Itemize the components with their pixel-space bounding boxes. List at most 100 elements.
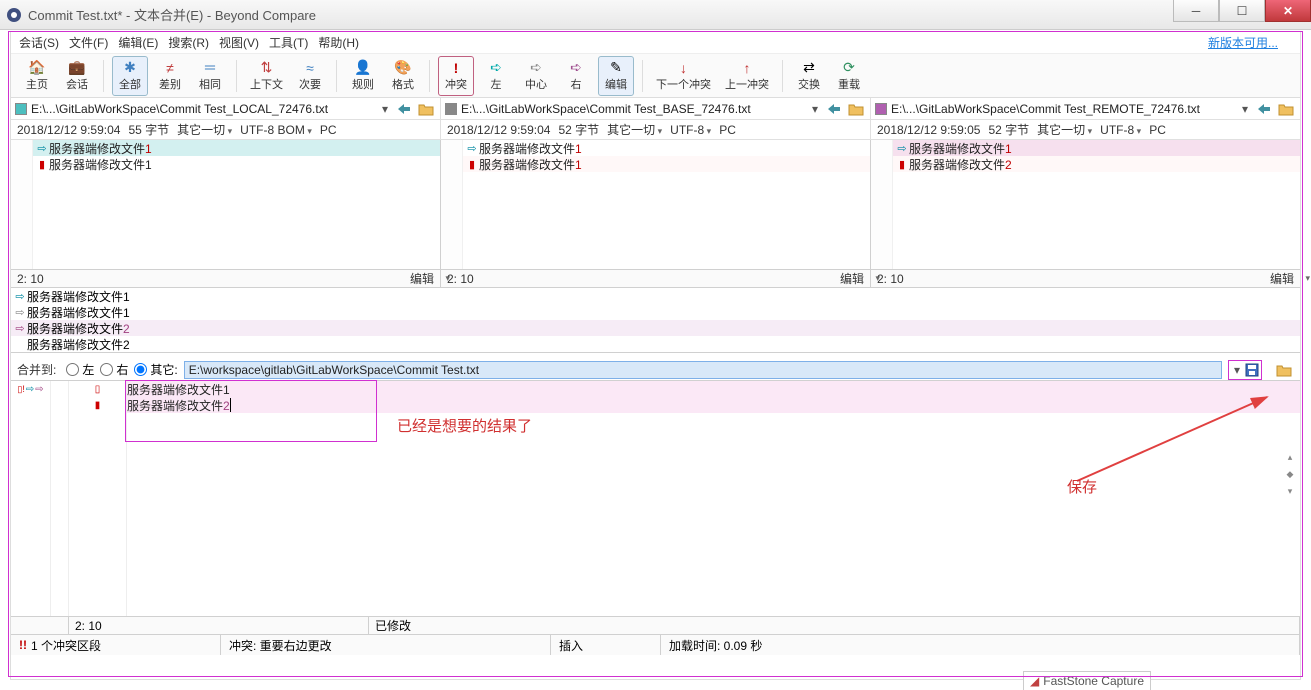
annotation-save-arrow — [1067, 391, 1287, 491]
path-left-history[interactable] — [394, 100, 414, 118]
path-left-browse[interactable] — [416, 100, 436, 118]
info-left-other[interactable]: 其它一切 — [177, 121, 232, 138]
window-title: Commit Test.txt* - 文本合并(E) - Beyond Comp… — [28, 5, 316, 24]
menu-edit[interactable]: 编辑(E) — [118, 34, 158, 51]
arrow-right-icon: ⇨ — [26, 384, 34, 395]
pane-right[interactable]: ⇨服务器端修改文件1 ▮服务器端修改文件2 — [871, 140, 1300, 269]
output-gutter-3: ▯ ▮ — [69, 381, 127, 616]
tb-swap[interactable]: ⇄交换 — [791, 56, 827, 96]
merge-save-box: ▾ — [1228, 360, 1262, 380]
menu-search[interactable]: 搜索(R) — [168, 34, 209, 51]
arrow-right-gray-icon: ⇨ — [13, 306, 27, 319]
output-pane[interactable]: ▯! ⇨ ⇨ ▯ ▮ 服务器端修改文件1 服务器端修改文件2 已经是想要的结果了… — [11, 381, 1300, 617]
tb-edit[interactable]: ✎编辑 — [598, 56, 634, 96]
tb-rules[interactable]: 👤规则 — [345, 56, 381, 96]
output-content[interactable]: 服务器端修改文件1 服务器端修改文件2 已经是想要的结果了 保存 — [127, 381, 1300, 616]
path-center-browse[interactable] — [846, 100, 866, 118]
pane-left[interactable]: ⇨服务器端修改文件1 ▮服务器端修改文件1 — [11, 140, 441, 269]
toolbar-sep — [642, 60, 643, 92]
maximize-button[interactable]: ☐ — [1219, 0, 1265, 22]
menu-help[interactable]: 帮助(H) — [318, 34, 359, 51]
tb-minor[interactable]: ≈次要 — [292, 56, 328, 96]
tb-next-conflict[interactable]: ↓下一个冲突 — [651, 56, 716, 96]
pane-right-content[interactable]: ⇨服务器端修改文件1 ▮服务器端修改文件2 — [893, 140, 1300, 269]
status-insert-mode: 插入 — [551, 635, 661, 655]
tb-diff[interactable]: ≠差别 — [152, 56, 188, 96]
tb-reload[interactable]: ⟳重载 — [831, 56, 867, 96]
status-conflict-count: !!1 个冲突区段 — [11, 635, 221, 655]
info-right-enc[interactable]: UTF-8 — [1100, 123, 1141, 137]
merge-browse-button[interactable] — [1274, 361, 1294, 379]
conflict-marker-icon: ▯ — [95, 384, 101, 395]
tb-format[interactable]: 🎨格式 — [385, 56, 421, 96]
pane-center-gutter — [441, 140, 463, 269]
tb-left[interactable]: ➪左 — [478, 56, 514, 96]
toolbar-sep — [236, 60, 237, 92]
pane-center[interactable]: ⇨服务器端修改文件1 ▮服务器端修改文件1 — [441, 140, 871, 269]
merge-to-left-radio[interactable]: 左 — [66, 361, 94, 378]
path-right-history[interactable] — [1254, 100, 1274, 118]
path-center: E:\...\GitLabWorkSpace\Commit Test_BASE_… — [441, 98, 871, 119]
capture-icon: ◢ — [1030, 674, 1039, 688]
window-controls: ─ ☐ ✕ — [1173, 0, 1311, 22]
reload-icon: ⟳ — [840, 60, 858, 76]
info-center-date: 2018/12/12 9:59:04 — [447, 123, 550, 137]
output-gutter-status — [11, 617, 69, 634]
conflict-marker-icon: ▮ — [895, 158, 909, 171]
tb-context[interactable]: ⇅上下文 — [245, 56, 288, 96]
tb-home[interactable]: 🏠主页 — [19, 56, 55, 96]
path-left-text[interactable]: E:\...\GitLabWorkSpace\Commit Test_LOCAL… — [31, 102, 378, 116]
pane-left-content[interactable]: ⇨服务器端修改文件1 ▮服务器端修改文件1 — [33, 140, 440, 269]
info-left-enc[interactable]: UTF-8 BOM — [240, 123, 312, 137]
toolbar-sep — [429, 60, 430, 92]
annotation-result-text: 已经是想要的结果了 — [397, 415, 532, 436]
path-right-text[interactable]: E:\...\GitLabWorkSpace\Commit Test_REMOT… — [891, 102, 1238, 116]
path-center-dropdown[interactable]: ▾ — [808, 102, 822, 116]
menu-file[interactable]: 文件(F) — [69, 34, 108, 51]
marker-up-icon[interactable]: ▴ — [1284, 452, 1296, 463]
close-button[interactable]: ✕ — [1265, 0, 1311, 22]
tb-right[interactable]: ➪右 — [558, 56, 594, 96]
tb-session[interactable]: 💼会话 — [59, 56, 95, 96]
swap-icon: ⇄ — [800, 60, 818, 76]
info-right-eol: PC — [1149, 123, 1166, 137]
path-left-dropdown[interactable]: ▾ — [378, 102, 392, 116]
merge-to-path-input[interactable] — [184, 361, 1222, 379]
tb-prev-conflict[interactable]: ↑上一冲突 — [720, 56, 774, 96]
new-version-link[interactable]: 新版本可用... — [1208, 34, 1278, 51]
path-center-text[interactable]: E:\...\GitLabWorkSpace\Commit Test_BASE_… — [461, 102, 808, 116]
merge-path-dropdown[interactable]: ▾ — [1230, 363, 1244, 377]
status-right: 2: 10编辑▾ — [871, 270, 1300, 287]
path-right-browse[interactable] — [1276, 100, 1296, 118]
pane-center-content[interactable]: ⇨服务器端修改文件1 ▮服务器端修改文件1 — [463, 140, 870, 269]
info-center-eol: PC — [719, 123, 736, 137]
minimize-button[interactable]: ─ — [1173, 0, 1219, 22]
arrow-right-purple-icon: ⇨ — [13, 322, 27, 335]
save-icon[interactable] — [1244, 362, 1260, 378]
arrow-down-icon: ↓ — [675, 60, 693, 76]
info-left-size: 55 字节 — [128, 121, 169, 138]
merge-to-other-radio[interactable]: 其它: — [134, 361, 177, 378]
menu-session[interactable]: 会话(S) — [19, 34, 59, 51]
info-center-other[interactable]: 其它一切 — [607, 121, 662, 138]
tb-center[interactable]: ➪中心 — [518, 56, 554, 96]
menu-view[interactable]: 视图(V) — [219, 34, 259, 51]
merge-to-right-radio[interactable]: 右 — [100, 361, 128, 378]
marker-down-icon[interactable]: ▾ — [1284, 486, 1296, 497]
info-right-other[interactable]: 其它一切 — [1037, 121, 1092, 138]
marker-diamond-icon[interactable]: ◆ — [1284, 469, 1296, 480]
title-bar: Commit Test.txt* - 文本合并(E) - Beyond Comp… — [0, 0, 1311, 30]
info-center-enc[interactable]: UTF-8 — [670, 123, 711, 137]
tb-same[interactable]: ＝相同 — [192, 56, 228, 96]
menu-tools[interactable]: 工具(T) — [269, 34, 308, 51]
merge-combined-view[interactable]: ⇨服务器端修改文件1 ⇨服务器端修改文件1 ⇨服务器端修改文件2 服务器端修改文… — [11, 288, 1300, 353]
format-icon: 🎨 — [394, 60, 412, 76]
asterisk-icon: ✱ — [121, 60, 139, 76]
tb-all[interactable]: ✱全部 — [112, 56, 148, 96]
arrow-right-purple-icon: ⇨ — [35, 384, 43, 395]
path-center-history[interactable] — [824, 100, 844, 118]
status-left: 2: 10编辑▾ — [11, 270, 441, 287]
conflict-icon: ▯! — [17, 384, 24, 395]
path-right-dropdown[interactable]: ▾ — [1238, 102, 1252, 116]
tb-conflict[interactable]: !冲突 — [438, 56, 474, 96]
